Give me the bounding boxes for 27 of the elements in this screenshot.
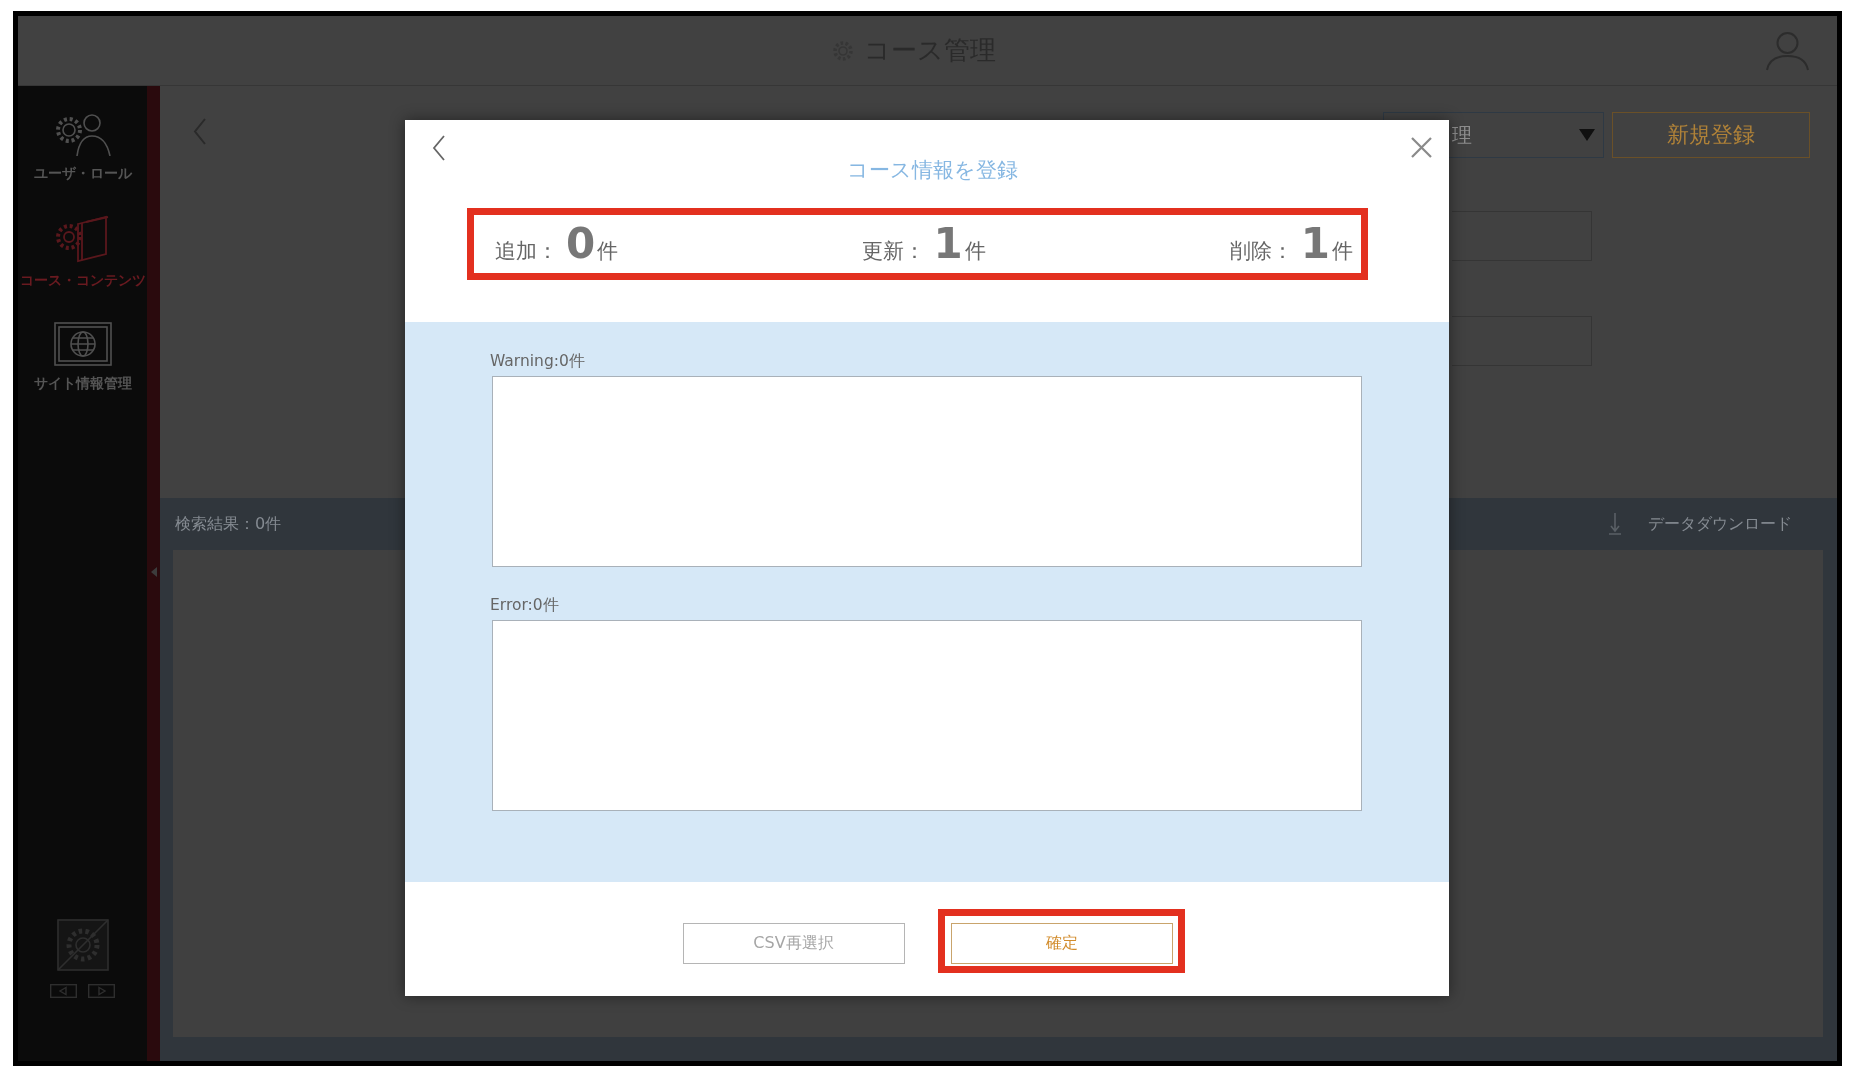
caret-icon <box>1579 129 1595 141</box>
globe-icon <box>53 322 112 366</box>
summary-unit: 件 <box>597 238 619 265</box>
summary-unit: 件 <box>964 238 986 265</box>
summary-count: 1 <box>933 220 963 268</box>
confirm-button[interactable]: 確定 <box>950 923 1173 964</box>
summary-label: 削除： <box>1229 238 1293 265</box>
new-button[interactable]: 新規登録 <box>1612 112 1810 158</box>
sidebar-item[interactable]: ユーザ・ロール <box>18 112 147 182</box>
close-icon[interactable] <box>1411 137 1432 158</box>
summary-count: 1 <box>1300 220 1330 268</box>
summary-count: 0 <box>566 220 596 268</box>
chevron-left-icon[interactable] <box>432 135 445 161</box>
collapse-icon[interactable] <box>150 567 157 577</box>
gear-square-icon[interactable] <box>56 919 109 971</box>
download-button[interactable]: データダウンロード <box>1609 513 1792 535</box>
summary-label: 更新： <box>862 238 926 265</box>
log-label: Error:0件 <box>490 595 559 615</box>
result-count: 検索結果：0件 <box>175 513 282 535</box>
summary-label: 追加： <box>495 238 558 265</box>
download-icon <box>1609 513 1621 535</box>
summary-unit: 件 <box>1332 238 1353 265</box>
reselect-button[interactable]: CSV再選択 <box>682 923 905 964</box>
sidebar-item[interactable]: サイト情報管理 <box>18 322 147 392</box>
log-label: Warning:0件 <box>490 351 585 371</box>
dialog-title: コース情報を登録 <box>846 157 1018 183</box>
sidebar-item[interactable]: コース・コンテンツ <box>18 215 147 289</box>
